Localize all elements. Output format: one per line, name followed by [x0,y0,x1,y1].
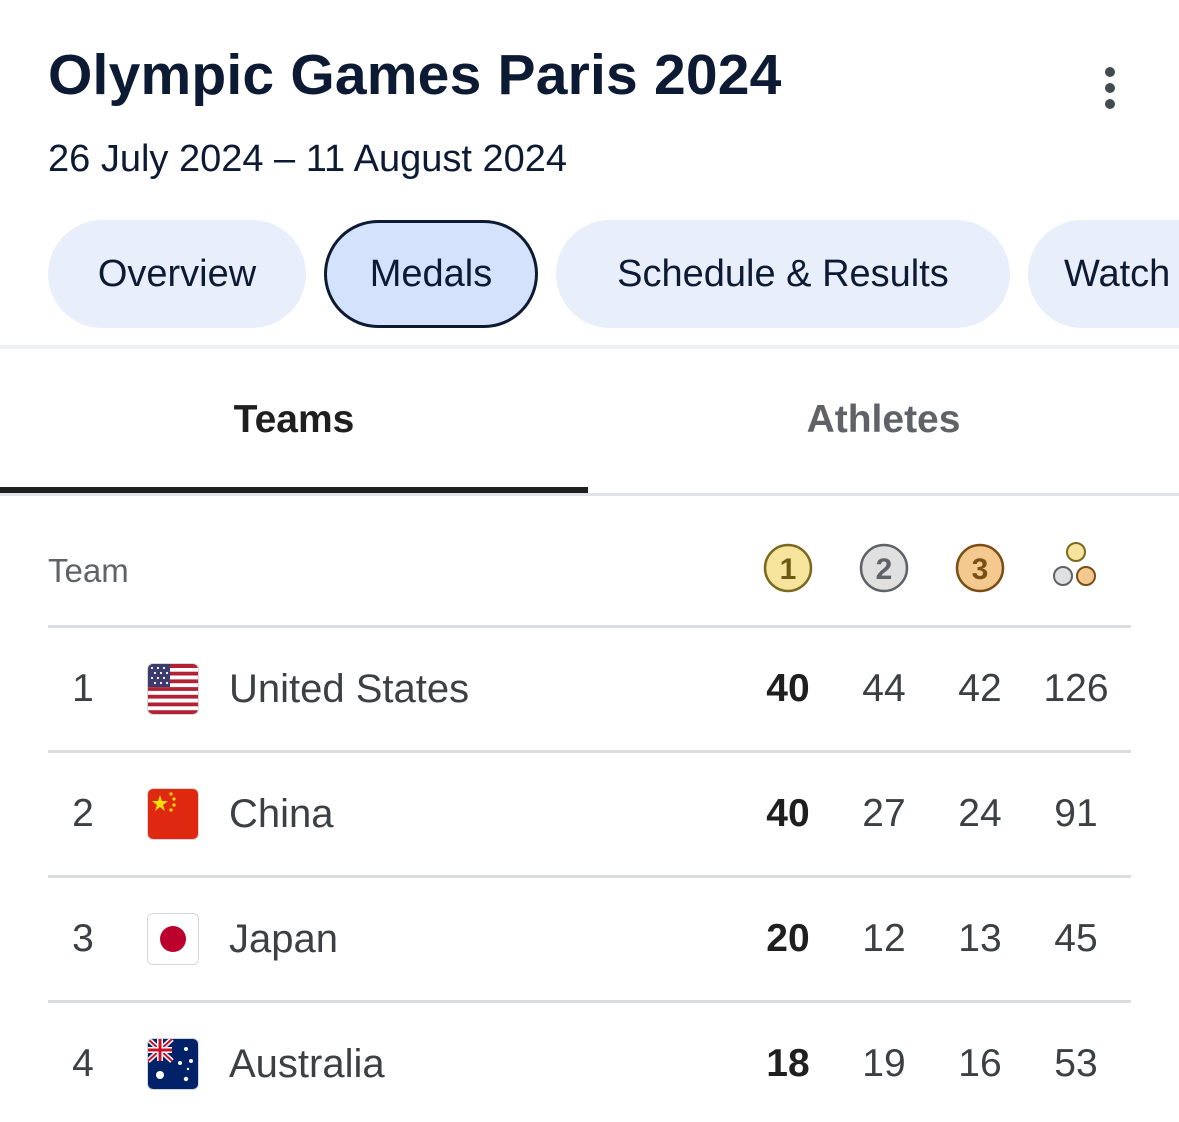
bronze-medal-icon: 3 [952,540,1008,596]
chip-medals[interactable]: Medals [324,220,538,328]
silver-medal-label: 2 [876,553,893,586]
section-divider [0,345,1179,349]
more-options-button[interactable] [1086,64,1134,112]
page-title: Olympic Games Paris 2024 [48,43,782,107]
gold-count: 18 [766,1042,810,1085]
rank: 4 [72,1042,94,1085]
bronze-medal-label: 3 [972,553,989,586]
silver-count: 12 [862,917,906,960]
chip-overview[interactable]: Overview [48,220,306,328]
total-count: 126 [1043,667,1109,710]
gold-count: 20 [766,917,810,960]
country-name: Australia [229,1041,385,1086]
team-column-header: Team [48,552,129,589]
japan-flag-icon [148,914,198,964]
country-name: Japan [229,916,338,961]
medal-total-icon [1048,540,1104,596]
gold-medal-label: 1 [780,553,797,586]
china-flag-icon [148,789,198,839]
tab-athletes[interactable]: Athletes [588,350,1179,490]
table-row[interactable]: 1 United States 40 44 42 126 [48,628,1131,750]
us-flag-icon [148,664,198,714]
table-row[interactable]: 4 Australia 18 19 16 53 [48,1003,1131,1122]
rank: 3 [72,917,94,960]
chip-watch[interactable]: Watch [1028,220,1179,328]
gold-medal-icon: 1 [760,540,816,596]
bronze-count: 24 [958,792,1002,835]
bronze-count: 13 [958,917,1002,960]
medal-tabs: Teams Athletes [0,350,1179,496]
rank: 2 [72,792,94,835]
more-vert-icon [1105,67,1115,109]
country-name: China [229,791,334,836]
table-header: Team 1 2 3 [48,530,1131,625]
section-chips: Overview Medals Schedule & Results Watch [0,220,1179,328]
table-row[interactable]: 3 Japan 20 12 13 45 [48,878,1131,1000]
total-count: 53 [1054,1042,1098,1085]
medal-table: Team 1 2 3 1 United States 40 44 42 126 … [48,530,1131,1122]
table-row[interactable]: 2 China 40 27 24 91 [48,753,1131,875]
chip-schedule-results[interactable]: Schedule & Results [556,220,1010,328]
silver-count: 44 [862,667,906,710]
australia-flag-icon [148,1039,198,1089]
event-dates: 26 July 2024 – 11 August 2024 [48,138,568,180]
tabs-baseline [0,493,1179,496]
silver-count: 19 [862,1042,906,1085]
olympics-medals-page: Olympic Games Paris 2024 26 July 2024 – … [0,0,1179,1122]
gold-count: 40 [766,792,810,835]
silver-count: 27 [862,792,906,835]
rank: 1 [72,667,94,710]
bronze-count: 16 [958,1042,1002,1085]
gold-count: 40 [766,667,810,710]
country-name: United States [229,666,470,711]
bronze-count: 42 [958,667,1002,710]
total-count: 91 [1054,792,1098,835]
total-count: 45 [1054,917,1098,960]
silver-medal-icon: 2 [856,540,912,596]
tab-teams[interactable]: Teams [0,350,588,490]
